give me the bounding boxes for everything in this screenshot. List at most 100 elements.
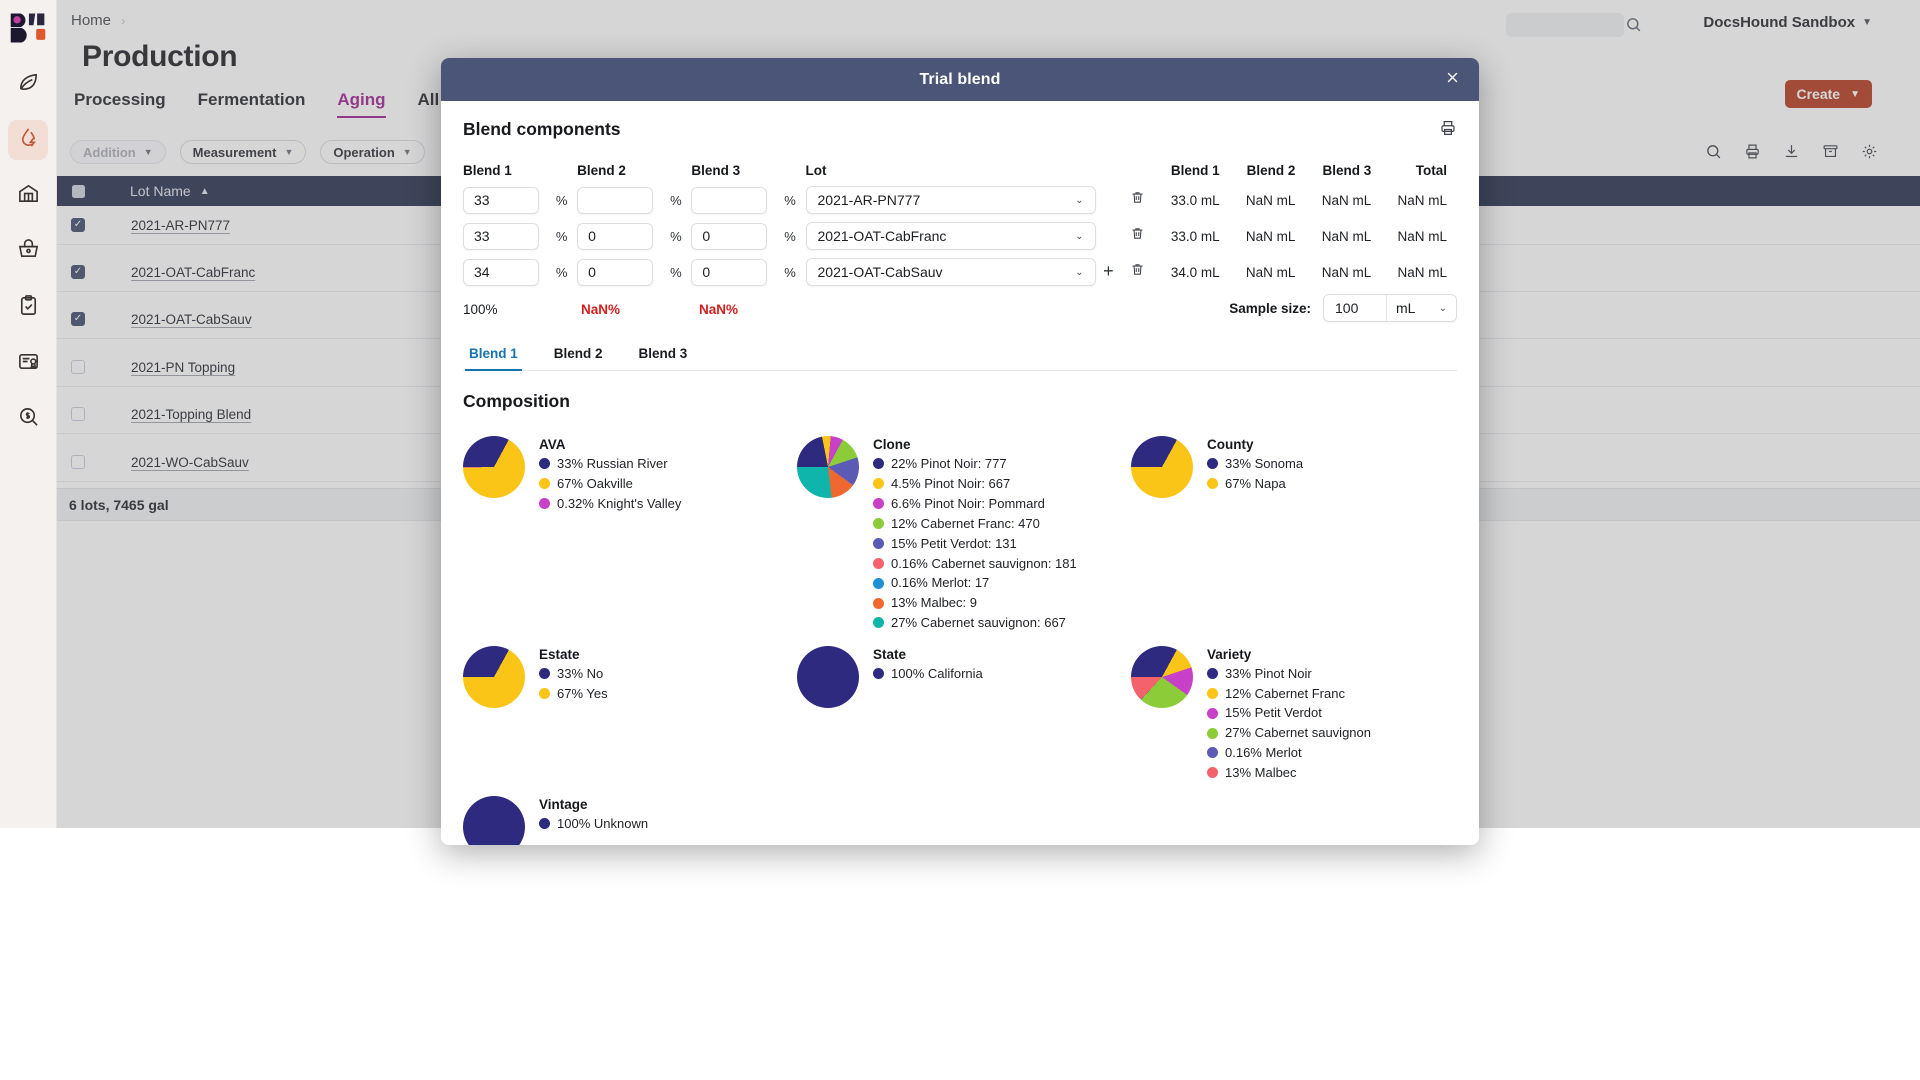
lot-select[interactable]: 2021-AR-PN777 ⌄ xyxy=(805,186,1096,214)
legend-item: 33% Pinot Noir xyxy=(1207,665,1371,682)
tab-blend-2[interactable]: Blend 2 xyxy=(550,342,607,370)
legend-item: 4.5% Pinot Noir: 667 xyxy=(873,475,1077,492)
close-button[interactable] xyxy=(1441,69,1463,91)
legend-item: 33% No xyxy=(539,665,608,682)
header-blend-3: Blend 3 xyxy=(691,163,741,178)
legend-label: 0.16% Cabernet sauvignon: 181 xyxy=(891,555,1077,571)
legend-label: 22% Pinot Noir: 777 xyxy=(891,456,1007,471)
legend-swatch-icon xyxy=(539,498,550,510)
legend-item: 67% Oakville xyxy=(539,475,681,492)
result-blend-1: 33.0 mL xyxy=(1170,192,1220,208)
legend-label: 100% California xyxy=(891,665,983,681)
sidebar-item-compliance[interactable] xyxy=(8,344,48,384)
delete-row-button[interactable] xyxy=(1130,226,1145,246)
header-blend-2: Blend 2 xyxy=(577,163,626,178)
legend-swatch-icon xyxy=(1207,667,1218,679)
sample-size-unit-select[interactable]: mL ⌄ xyxy=(1386,295,1456,321)
pie-chart xyxy=(797,436,859,498)
sidebar-item-vineyard[interactable] xyxy=(8,64,48,104)
result-blend-1: 34.0 mL xyxy=(1170,264,1220,280)
composition-legend: Estate 33% No 67% Yes xyxy=(539,646,608,782)
legend-swatch-icon xyxy=(1207,767,1218,779)
legend-swatch-icon xyxy=(873,597,884,609)
legend-swatch-icon xyxy=(539,478,550,490)
composition-group-name: Clone xyxy=(873,437,911,452)
composition-group: State 100% California xyxy=(797,632,1123,782)
legend-item: 33% Russian River xyxy=(539,455,681,472)
legend-item: 22% Pinot Noir: 777 xyxy=(873,455,1077,472)
app-logo[interactable] xyxy=(7,8,49,48)
legend-item: 15% Petit Verdot: 131 xyxy=(873,535,1077,552)
legend-label: 0.16% Merlot: 17 xyxy=(891,575,990,591)
delete-row-button[interactable] xyxy=(1130,190,1145,210)
legend-item: 0.16% Merlot xyxy=(1207,744,1371,761)
composition-group: Vintage 100% Unknown xyxy=(463,782,789,845)
tab-blend-3[interactable]: Blend 3 xyxy=(635,342,692,370)
result-blend-1: 33.0 mL xyxy=(1170,228,1220,244)
percent-symbol: % xyxy=(555,228,568,244)
composition-legend: Vintage 100% Unknown xyxy=(539,796,648,845)
blend1-percent-input[interactable]: 34 xyxy=(463,258,539,286)
legend-swatch-icon xyxy=(539,667,550,679)
clipboard-check-icon xyxy=(17,294,40,322)
legend-label: 67% Yes xyxy=(557,685,608,701)
composition-group: Estate 33% No 67% Yes xyxy=(463,632,789,782)
lot-select[interactable]: 2021-OAT-CabSauv ⌄ xyxy=(805,258,1096,286)
blend2-percent-input[interactable]: 0 xyxy=(577,222,654,250)
composition-grid: AVA 33% Russian River 67% Oakville 0.32% Kn… xyxy=(463,422,1457,845)
blend2-percent-input[interactable] xyxy=(577,186,654,214)
sidebar-item-production[interactable] xyxy=(8,120,48,160)
sample-size-input[interactable]: 100 xyxy=(1324,295,1386,321)
composition-legend: Variety 33% Pinot Noir 12% Cabernet Franc 1… xyxy=(1207,646,1371,782)
legend-item: 67% Napa xyxy=(1207,475,1303,492)
legend-item: 12% Cabernet Franc xyxy=(1207,685,1371,702)
sidebar-item-purchasing[interactable] xyxy=(8,232,48,272)
blend1-percent-input[interactable]: 33 xyxy=(463,222,539,250)
legend-swatch-icon xyxy=(1207,478,1218,490)
add-component-button[interactable]: + xyxy=(1103,261,1114,281)
legend-swatch-icon xyxy=(873,478,884,490)
delete-row-button[interactable] xyxy=(1130,262,1145,282)
legend-label: 27% Cabernet sauvignon xyxy=(1225,725,1371,741)
print-icon[interactable] xyxy=(1439,119,1457,142)
screen-root: Home › DocsHound Sandbox ▼ Production Pr… xyxy=(0,0,1920,1080)
blend2-percent-input[interactable]: 0 xyxy=(577,258,654,286)
pie-chart xyxy=(797,645,859,708)
sidebar-item-tasks[interactable] xyxy=(8,288,48,328)
composition-group-name: Vintage xyxy=(539,796,588,812)
plus-icon: + xyxy=(1103,261,1114,281)
legend-swatch-icon xyxy=(1207,727,1218,739)
blend3-percent-input[interactable]: 0 xyxy=(691,222,768,250)
blend-components-header-row: Blend 1 Blend 2 Blend 3 Lot Blend 1 Blen… xyxy=(463,160,1457,182)
legend-swatch-icon xyxy=(539,458,550,470)
composition-group-name: State xyxy=(873,646,907,662)
money-search-icon xyxy=(17,406,40,434)
composition-group: AVA 33% Russian River 67% Oakville 0.32% Kn… xyxy=(463,422,789,632)
legend-item: 15% Petit Verdot xyxy=(1207,704,1371,721)
total-blend-3: NaN% xyxy=(699,301,739,317)
primary-sidebar xyxy=(0,0,57,828)
tab-blend-1[interactable]: Blend 1 xyxy=(465,342,522,371)
legend-swatch-icon xyxy=(1207,687,1218,699)
composition-group-name: AVA xyxy=(539,437,566,452)
lot-select[interactable]: 2021-OAT-CabFranc ⌄ xyxy=(805,222,1096,250)
legend-label: 4.5% Pinot Noir: 667 xyxy=(891,475,1011,491)
sidebar-item-costing[interactable] xyxy=(8,400,48,440)
sample-size-unit-value: mL xyxy=(1396,300,1416,316)
blend3-percent-input[interactable]: 0 xyxy=(691,258,768,286)
legend-swatch-icon xyxy=(873,517,884,529)
composition-legend: State 100% California xyxy=(873,646,983,782)
blend-component-row: 34 % 0 % 0 % 2021-OAT-CabSauv ⌄ + 34.0 m… xyxy=(463,254,1457,290)
legend-swatch-icon xyxy=(539,817,550,829)
result-blend-3: NaN mL xyxy=(1321,228,1372,244)
blend1-percent-input[interactable]: 33 xyxy=(463,186,539,214)
percent-symbol: % xyxy=(784,192,796,208)
legend-item: 0.16% Cabernet sauvignon: 181 xyxy=(873,555,1077,572)
result-blend-2: NaN mL xyxy=(1245,228,1296,244)
composition-group: Variety 33% Pinot Noir 12% Cabernet Franc 1… xyxy=(1131,632,1457,782)
legend-swatch-icon xyxy=(873,577,884,589)
composition-legend: AVA 33% Russian River 67% Oakville 0.32% Kn… xyxy=(539,436,681,632)
sidebar-item-inventory[interactable] xyxy=(8,176,48,216)
blend3-percent-input[interactable] xyxy=(691,186,768,214)
legend-swatch-icon xyxy=(873,667,884,679)
